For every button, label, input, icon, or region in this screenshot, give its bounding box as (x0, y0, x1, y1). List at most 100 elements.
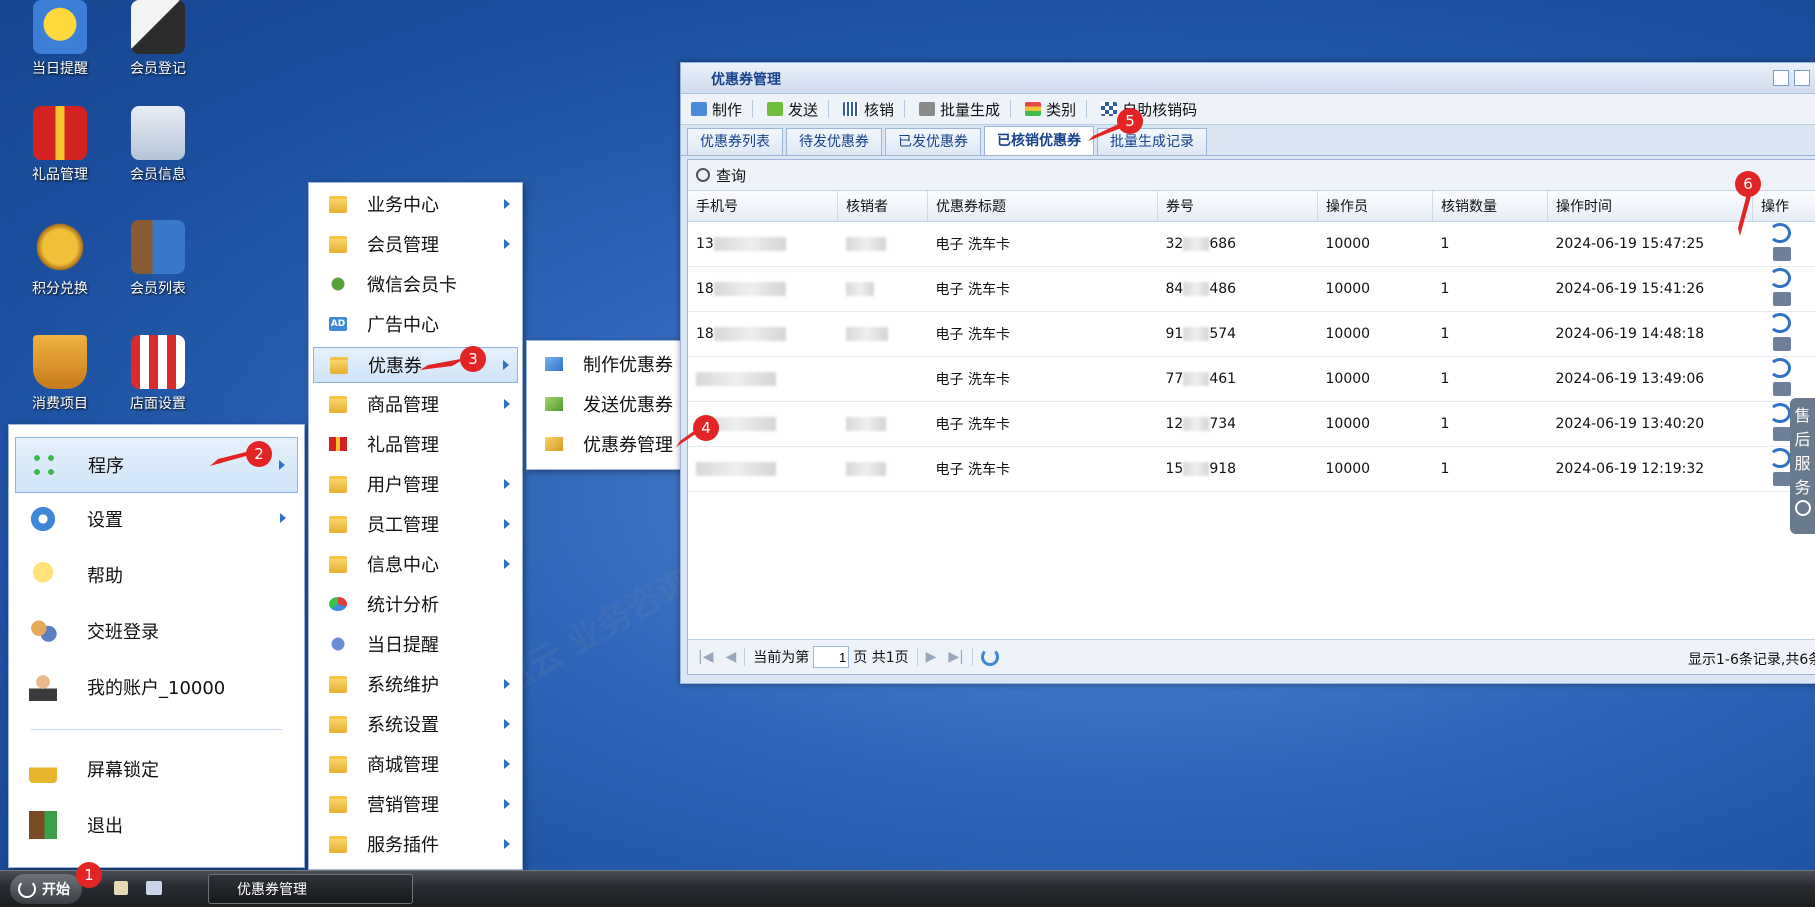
programs-item-maintenance[interactable]: 系统维护 (313, 667, 518, 701)
start-menu-account[interactable]: 我的账户_10000 (15, 667, 298, 707)
table-row[interactable]: 电子 洗车卡 77461 10000 1 2024-06-19 13:49:06 (688, 357, 1815, 402)
desktop-icon-member-info[interactable]: 会员信息 (113, 106, 203, 184)
lock-icon (29, 755, 57, 783)
desktop-icon-member-list[interactable]: 会员列表 (113, 220, 203, 298)
desktop-icon-gift[interactable]: 礼品管理 (15, 106, 105, 184)
first-page-icon[interactable]: |◀ (698, 649, 713, 665)
print-icon[interactable] (1773, 472, 1791, 486)
folder-icon (329, 796, 347, 813)
programs-item-business[interactable]: 业务中心 (313, 187, 518, 221)
blurred-text (846, 327, 888, 341)
smiley-reminder-icon (33, 0, 87, 54)
start-button[interactable]: 开始 (10, 874, 82, 904)
programs-item-goods[interactable]: 商品管理 (313, 387, 518, 421)
next-page-icon[interactable]: ▶ (926, 649, 937, 665)
taskbar-window-button[interactable]: 优惠券管理 (208, 874, 413, 904)
record-summary: 显示1-6条记录,共6条 (1688, 649, 1815, 669)
page-number-input[interactable] (813, 646, 849, 668)
blurred-text (696, 372, 776, 386)
programs-item-system-settings[interactable]: 系统设置 (313, 707, 518, 741)
quick-launch-icon[interactable] (146, 881, 162, 895)
programs-item-staff[interactable]: 员工管理 (313, 507, 518, 541)
table-header: 手机号 核销者 优惠券标题 券号 操作员 核销数量 操作时间 操作 (688, 191, 1815, 222)
make-button[interactable]: 制作 (691, 99, 742, 120)
verified-coupons-table: 手机号 核销者 优惠券标题 券号 操作员 核销数量 操作时间 操作 13 电子 … (688, 191, 1815, 492)
last-page-icon[interactable]: ▶| (948, 649, 963, 665)
quick-launch-icon[interactable] (114, 881, 128, 895)
undo-icon[interactable] (1769, 313, 1791, 333)
table-row[interactable]: 电子 洗车卡 12734 10000 1 2024-06-19 13:40:20 (688, 402, 1815, 447)
programs-item-mall[interactable]: 商城管理 (313, 747, 518, 781)
desktop-icon-reminder[interactable]: 当日提醒 (15, 0, 105, 78)
desktop-icon-points[interactable]: 积分兑换 (15, 220, 105, 298)
folder-icon (329, 836, 347, 853)
column-header[interactable]: 操作 (1753, 191, 1815, 222)
tab-batch-records[interactable]: 批量生成记录 (1097, 128, 1207, 155)
blurred-text (1183, 237, 1209, 251)
programs-item-users[interactable]: 用户管理 (313, 467, 518, 501)
maximize-icon[interactable] (1794, 70, 1810, 86)
programs-item-reminder[interactable]: 当日提醒 (313, 627, 518, 661)
undo-icon[interactable] (1769, 358, 1791, 378)
category-button[interactable]: 类别 (1025, 99, 1076, 120)
print-icon[interactable] (1773, 337, 1791, 351)
undo-icon[interactable] (1769, 403, 1791, 423)
send-coupon-icon (545, 397, 563, 411)
desktop-icon-consume[interactable]: 消费项目 (15, 335, 105, 413)
divider (1086, 100, 1087, 118)
undo-icon[interactable] (1769, 223, 1791, 243)
prev-page-icon[interactable]: ◀ (725, 649, 736, 665)
table-row[interactable]: 18 电子 洗车卡 91574 10000 1 2024-06-19 14:48… (688, 312, 1815, 357)
print-icon[interactable] (1773, 292, 1791, 306)
start-menu-help[interactable]: 帮助 (15, 555, 298, 595)
programs-item-coupons[interactable]: 优惠券 (313, 347, 518, 383)
folder-icon (329, 236, 347, 253)
programs-item-wechat-card[interactable]: 微信会员卡 (313, 267, 518, 301)
tab-coupon-list[interactable]: 优惠券列表 (687, 128, 783, 155)
column-header[interactable]: 核销者 (838, 191, 928, 222)
tab-sent-coupons[interactable]: 已发优惠券 (885, 128, 981, 155)
window-titlebar[interactable]: 优惠券管理 (681, 63, 1815, 94)
column-header[interactable]: 核销数量 (1433, 191, 1548, 222)
programs-item-ad-center[interactable]: AD广告中心 (313, 307, 518, 341)
print-icon[interactable] (1773, 427, 1791, 441)
annotation-badge: 1 (76, 862, 102, 888)
programs-item-info[interactable]: 信息中心 (313, 547, 518, 581)
programs-item-members[interactable]: 会员管理 (313, 227, 518, 261)
start-menu-lock[interactable]: 屏幕锁定 (15, 749, 298, 789)
minimize-icon[interactable] (1773, 70, 1789, 86)
programs-item-plugins[interactable]: 服务插件 (313, 827, 518, 861)
column-header[interactable]: 手机号 (688, 191, 838, 222)
send-button[interactable]: 发送 (767, 99, 818, 120)
programs-item-marketing[interactable]: 营销管理 (313, 787, 518, 821)
programs-item-gifts[interactable]: 礼品管理 (313, 427, 518, 461)
print-icon[interactable] (1773, 247, 1791, 261)
undo-icon[interactable] (1769, 268, 1791, 288)
tab-verified-coupons[interactable]: 已核销优惠券 (984, 126, 1094, 155)
start-menu-shift-login[interactable]: 交班登录 (15, 611, 298, 651)
blurred-text (714, 237, 786, 251)
table-row[interactable]: 13 电子 洗车卡 32686 10000 1 2024-06-19 15:47… (688, 222, 1815, 267)
programs-item-stats[interactable]: 统计分析 (313, 587, 518, 621)
member-register-icon (131, 0, 185, 54)
power-icon (18, 880, 36, 898)
column-header[interactable]: 操作时间 (1548, 191, 1753, 222)
tab-pending-coupons[interactable]: 待发优惠券 (786, 128, 882, 155)
batch-generate-button[interactable]: 批量生成 (919, 99, 1000, 120)
column-header[interactable]: 操作员 (1318, 191, 1433, 222)
column-header[interactable]: 券号 (1158, 191, 1318, 222)
verify-button[interactable]: 核销 (843, 99, 894, 120)
desktop-icon-member-register[interactable]: 会员登记 (113, 0, 203, 78)
table-row[interactable]: 18 电子 洗车卡 84486 10000 1 2024-06-19 15:41… (688, 267, 1815, 312)
table-row[interactable]: 电子 洗车卡 15918 10000 1 2024-06-19 12:19:32 (688, 447, 1815, 492)
undo-icon[interactable] (1769, 448, 1791, 468)
start-menu-settings[interactable]: 设置 (15, 499, 298, 539)
self-verify-code-button[interactable]: 自助核销码 (1101, 99, 1197, 120)
query-button[interactable]: 查询 (696, 165, 746, 186)
column-header[interactable]: 优惠券标题 (928, 191, 1158, 222)
start-menu-exit[interactable]: 退出 (15, 805, 298, 845)
desktop-icon-store[interactable]: 店面设置 (113, 335, 203, 413)
after-sales-tab[interactable]: 售 后 服 务 (1790, 398, 1815, 534)
refresh-icon[interactable] (981, 648, 999, 666)
print-icon[interactable] (1773, 382, 1791, 396)
